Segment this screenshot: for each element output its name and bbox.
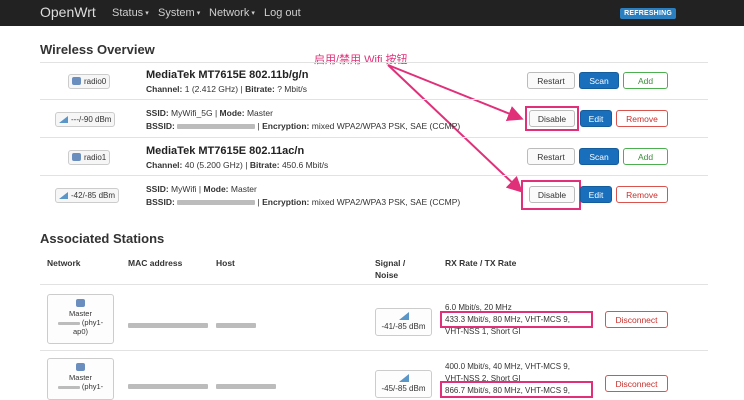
radio-channel-info: Channel: 1 (2.412 GHz) | Bitrate: ? Mbit…	[146, 84, 307, 94]
col-network: Network	[47, 258, 81, 268]
mode-value: Master	[246, 108, 273, 118]
redacted-bssid	[177, 124, 256, 130]
bitrate-value: ? Mbit/s	[277, 84, 307, 94]
arrow-to-disable-1	[387, 64, 524, 121]
col-noise: Noise	[375, 270, 399, 280]
ssid-info: SSID: MyWifi | Mode: Master	[146, 184, 257, 194]
channel-value: 1 (2.412 GHz)	[184, 84, 239, 94]
redacted-mac	[128, 378, 208, 396]
radio-device-name: MediaTek MT7615E 802.11ac/n	[146, 145, 305, 157]
bssid-label: BSSID:	[146, 121, 175, 131]
remove-button[interactable]: Remove	[616, 110, 668, 127]
divider	[40, 99, 708, 100]
radio-channel-info: Channel: 40 (5.200 GHz) | Bitrate: 450.6…	[146, 160, 329, 170]
highlight-box	[521, 180, 581, 210]
col-host: Host	[216, 258, 235, 268]
restart-button[interactable]: Restart	[527, 148, 575, 165]
bssid-info: BSSID: | Encryption: mixed WPA2/WPA3 PSK…	[146, 121, 461, 131]
divider	[40, 350, 708, 351]
network-badge: Master (phy1-	[47, 358, 114, 400]
bitrate-label: Bitrate:	[245, 84, 275, 94]
net-if: (phy1-	[81, 382, 104, 391]
bitrate-value: 450.6 Mbit/s	[281, 160, 329, 170]
channel-label: Channel:	[146, 160, 183, 170]
remove-button[interactable]: Remove	[616, 186, 668, 203]
wifi-icon	[76, 363, 85, 371]
network-badge: Master (phy1- ap0)	[47, 294, 114, 344]
ssid-label: SSID:	[146, 184, 169, 194]
highlight-box	[440, 311, 593, 328]
redacted-ssid	[57, 321, 80, 325]
radio-badge: radio0	[68, 74, 111, 89]
radio-device-name: MediaTek MT7615E 802.11b/g/n	[146, 69, 309, 81]
encryption-value: mixed WPA2/WPA3 PSK, SAE (CCMP)	[311, 121, 461, 131]
net-mode: Master	[69, 373, 92, 382]
disconnect-button[interactable]: Disconnect	[605, 375, 668, 392]
redacted-host	[216, 378, 276, 396]
edit-button[interactable]: Edit	[580, 186, 612, 203]
radio-badge-label: radio0	[84, 77, 107, 86]
redacted-host	[216, 317, 256, 335]
redacted-ssid	[57, 385, 80, 389]
add-button[interactable]: Add	[623, 148, 668, 165]
col-mac: MAC address	[128, 258, 183, 268]
radio-badge-label: radio1	[84, 153, 107, 162]
net-interface: (phy1-	[48, 318, 113, 327]
disconnect-button[interactable]: Disconnect	[605, 311, 668, 328]
divider	[40, 62, 708, 63]
divider	[40, 284, 708, 285]
redacted-bssid	[177, 200, 256, 206]
divider	[40, 137, 708, 138]
encryption-label: Encryption:	[262, 197, 310, 207]
rx-rate: 400.0 Mbit/s, 40 MHz, VHT-MCS 9,	[445, 362, 570, 371]
highlight-box	[440, 381, 593, 398]
signal-icon	[59, 116, 68, 123]
signal-badge-label: -42/-85 dBm	[71, 191, 116, 200]
scan-button[interactable]: Scan	[579, 148, 619, 165]
ssid-label: SSID:	[146, 108, 169, 118]
net-if: (phy1-	[81, 318, 104, 327]
signal-icon	[398, 312, 409, 320]
ssid-info: SSID: MyWifi_5G | Mode: Master	[146, 108, 273, 118]
signal-badge: -42/-85 dBm	[55, 188, 120, 203]
wifi-icon	[76, 299, 85, 307]
encryption-label: Encryption:	[262, 121, 310, 131]
net-interface: (phy1-	[48, 382, 113, 391]
bssid-label: BSSID:	[146, 197, 175, 207]
highlight-box	[525, 106, 579, 131]
channel-value: 40 (5.200 GHz)	[184, 160, 243, 170]
bitrate-label: Bitrate:	[249, 160, 280, 170]
station-signal-badge: -41/-85 dBm	[375, 308, 432, 336]
net-mode: Master	[69, 309, 92, 318]
mode-label: Mode:	[219, 108, 245, 118]
add-button[interactable]: Add	[623, 72, 668, 89]
encryption-value: mixed WPA2/WPA3 PSK, SAE (CCMP)	[311, 197, 461, 207]
station-signal-value: -45/-85 dBm	[381, 384, 426, 393]
station-signal-value: -41/-85 dBm	[381, 322, 426, 331]
ssid-value: MyWifi_5G	[171, 108, 213, 118]
mode-label: Mode:	[203, 184, 229, 194]
net-if-2: ap0)	[72, 327, 88, 336]
radio-icon	[72, 153, 81, 161]
divider	[40, 175, 708, 176]
scan-button[interactable]: Scan	[579, 72, 619, 89]
signal-icon	[398, 374, 409, 382]
associated-stations-title: Associated Stations	[40, 231, 165, 246]
station-signal-badge: -45/-85 dBm	[375, 370, 432, 398]
channel-label: Channel:	[146, 84, 183, 94]
redacted-mac	[128, 317, 208, 335]
signal-icon	[59, 192, 68, 199]
radio-icon	[72, 77, 81, 85]
signal-badge: ---/-90 dBm	[55, 112, 116, 127]
signal-badge-label: ---/-90 dBm	[71, 115, 112, 124]
col-rate: RX Rate / TX Rate	[445, 258, 517, 268]
radio-badge: radio1	[68, 150, 111, 165]
col-signal: Signal /	[375, 258, 406, 268]
ssid-value: MyWifi	[171, 184, 197, 194]
edit-button[interactable]: Edit	[580, 110, 612, 127]
bssid-info: BSSID: | Encryption: mixed WPA2/WPA3 PSK…	[146, 197, 461, 207]
mode-value: Master	[230, 184, 257, 194]
restart-button[interactable]: Restart	[527, 72, 575, 89]
